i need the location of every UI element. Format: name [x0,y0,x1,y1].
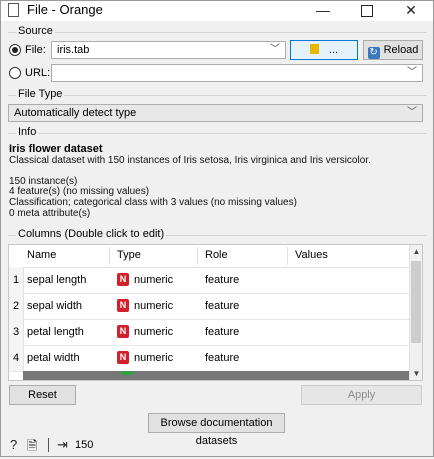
row-number: 4 [9,345,24,371]
row-number: 3 [9,319,24,345]
title-bar: File - Orange — ✕ [1,1,433,21]
column-header-name[interactable]: Name [27,249,56,261]
cell-role[interactable]: feature [205,326,239,338]
numeric-type-icon: N [117,299,129,312]
cell-role[interactable]: feature [205,352,239,364]
file-radio[interactable] [9,44,21,56]
output-icon: ⇥ [57,437,68,452]
info-group-label: Info [16,126,39,138]
cell-type[interactable]: numeric [134,300,173,312]
reload-icon: ↻ [367,47,380,59]
minimize-button[interactable]: — [301,1,345,21]
url-combo[interactable]: ﹀ [51,64,423,82]
status-bar: ? 🗎 ⇥ 150 [1,435,433,456]
table-row[interactable]: 2 sepal width N numeric feature [9,293,409,320]
selected-table-row[interactable] [23,371,409,380]
reload-button[interactable]: ↻ Reload [363,40,423,60]
table-row[interactable]: 1 sepal length N numeric feature [9,267,409,294]
chevron-down-icon: ﹀ [407,107,417,118]
help-icon[interactable]: ? [10,437,17,452]
file-type-group-label: File Type [16,88,65,100]
table-row[interactable]: 3 petal length N numeric feature [9,319,409,346]
apply-button[interactable]: Apply [301,385,422,405]
window-title: File - Orange [27,2,103,17]
column-header-values[interactable]: Values [295,249,328,261]
scroll-down-icon[interactable]: ▼ [410,367,422,380]
dataset-description: Classical dataset with 150 instances of … [9,155,371,166]
folder-icon [309,44,319,54]
info-line: 0 meta attribute(s) [9,208,91,219]
chevron-down-icon: ﹀ [270,44,280,55]
source-group-frame [8,32,427,33]
browse-documentation-datasets-button[interactable]: Browse documentation datasets [148,413,285,447]
cell-role[interactable]: feature [205,300,239,312]
reset-button[interactable]: Reset [9,385,76,405]
file-type-group-frame [8,95,427,96]
file-combo[interactable]: iris.tab ﹀ [51,41,286,59]
cell-name[interactable]: petal width [27,352,80,364]
file-combo-value: iris.tab [57,44,90,56]
url-radio-label: URL: [25,67,51,79]
cell-name[interactable]: sepal length [27,274,86,286]
header-divider [287,247,288,265]
maximize-icon [361,5,373,17]
document-icon [8,3,19,17]
table-header: Name Type Role Values [9,245,409,268]
columns-table[interactable]: Name Type Role Values 1 sepal length N n… [8,244,423,381]
cell-role[interactable]: feature [205,274,239,286]
column-header-type[interactable]: Type [117,249,141,261]
cell-name[interactable]: sepal width [27,300,82,312]
info-line: Classification; categorical class with 3… [9,197,297,208]
browse-button-label: ... [328,44,339,56]
row-number: 2 [9,293,24,319]
dataset-title: Iris flower dataset [9,143,103,155]
chevron-down-icon: ﹀ [407,67,417,78]
file-type-combo[interactable]: Automatically detect type ﹀ [8,104,423,122]
output-count: 150 [75,439,94,451]
numeric-type-icon: N [117,273,129,286]
table-scrollbar[interactable]: ▲ ▼ [409,245,422,380]
header-divider [109,247,110,265]
cell-type[interactable]: numeric [134,352,173,364]
table-row[interactable]: 4 petal width N numeric feature [9,345,409,372]
url-radio[interactable] [9,67,21,79]
columns-group-label: Columns (Double click to edit) [16,228,167,240]
cell-type[interactable]: numeric [134,326,173,338]
header-divider [197,247,198,265]
source-group-label: Source [16,25,55,37]
row-number: 1 [9,267,24,293]
close-button[interactable]: ✕ [389,1,433,21]
report-icon[interactable]: 🗎 [27,437,37,459]
cell-type[interactable]: numeric [134,274,173,286]
numeric-type-icon: N [117,325,129,338]
status-divider [48,438,49,452]
scrollbar-thumb[interactable] [411,261,421,343]
numeric-type-icon: N [117,351,129,364]
cell-name[interactable]: petal length [27,326,84,338]
info-line: 4 feature(s) (no missing values) [9,186,150,197]
maximize-button[interactable] [345,1,389,21]
file-type-combo-value: Automatically detect type [14,107,137,119]
scroll-up-icon[interactable]: ▲ [410,245,422,258]
info-group-frame [8,133,427,134]
reload-button-label: Reload [383,44,419,56]
categorical-type-icon [121,371,133,375]
column-header-role[interactable]: Role [205,249,228,261]
file-radio-label: File: [25,44,46,56]
browse-button[interactable]: ... [290,40,358,60]
file-widget-window: File - Orange — ✕ Source File: iris.tab … [0,0,434,457]
